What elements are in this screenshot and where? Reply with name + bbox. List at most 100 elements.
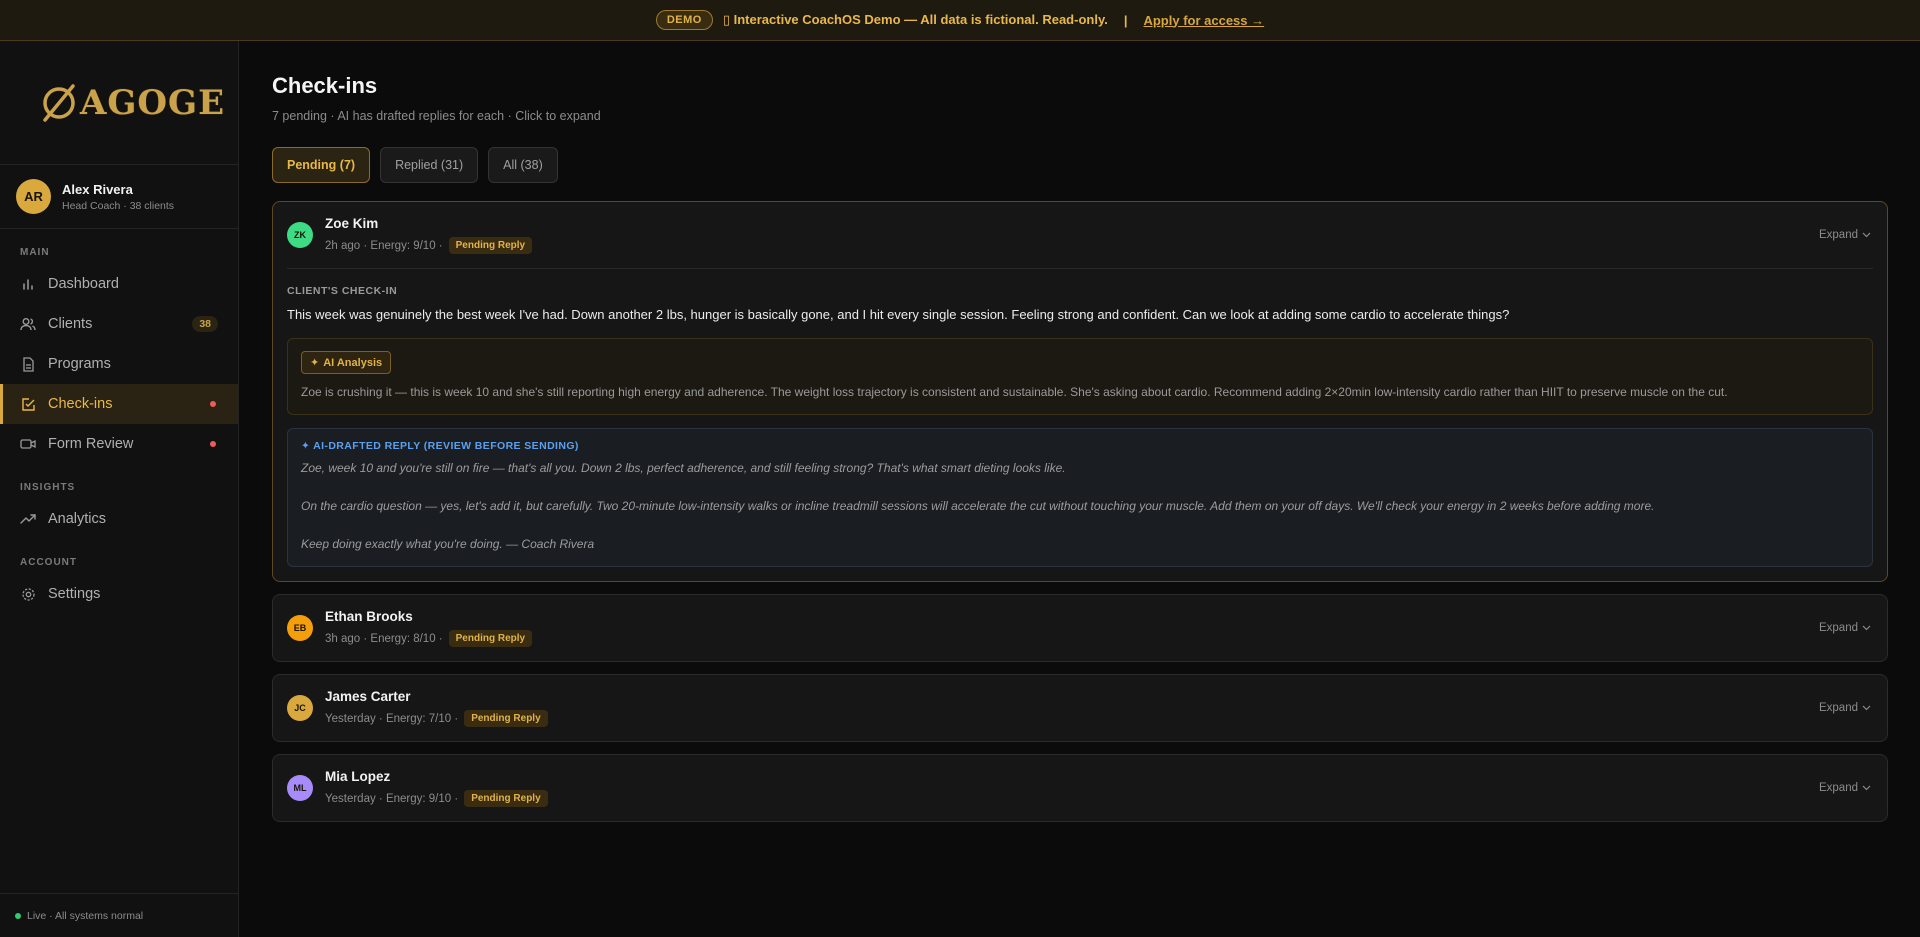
sidebar-item-label: Check-ins [48,396,113,412]
checkin-message: This week was genuinely the best week I'… [287,307,1510,322]
user-role: Head Coach · 38 clients [62,199,175,212]
sidebar: AGOGE AR Alex Rivera Head Coach · 38 cli… [0,41,239,937]
status-badge: Pending Reply [448,237,533,254]
tab-pending[interactable]: Pending (7) [272,147,371,183]
expand-button[interactable]: Expand [1819,782,1871,794]
draft-paragraph: On the cardio question — yes, let's add … [301,499,1655,513]
status-badge: Pending Reply [464,710,548,727]
avatar: EB [287,615,313,641]
avatar: ML [287,775,313,801]
checkin-card-header[interactable]: JC James Carter Yesterday · Energy: 7/10… [273,675,1887,741]
banner-separator: | [1123,12,1128,28]
section-label: CLIENT'S CHECK-IN [287,285,398,297]
checkin-meta: Yesterday · Energy: 7/10 · [325,712,459,725]
status-badge: Pending Reply [448,630,533,647]
banner-text: ▯ Interactive CoachOS Demo — All data is… [722,12,1108,27]
expand-button[interactable]: Expand [1819,229,1871,241]
expand-label: Expand [1818,229,1858,241]
draft-label: ✦ AI-DRAFTED REPLY (REVIEW BEFORE SENDIN… [301,440,579,452]
checkin-card[interactable]: ML Mia Lopez Yesterday · Energy: 9/10 · … [272,754,1888,822]
sidebar-item-dashboard[interactable]: Dashboard [0,264,238,304]
checkin-card: ZK Zoe Kim 2h ago · Energy: 9/10 · Pendi… [272,201,1888,582]
nav-section-main: MAIN [20,247,50,258]
ai-tag-label: AI Analysis [323,356,383,369]
chevron-down-icon [1862,625,1871,631]
draft-paragraph: Keep doing exactly what you're doing. — … [301,537,595,551]
page-subtitle: 7 pending · AI has drafted replies for e… [272,109,601,123]
sidebar-item-label: Programs [48,356,111,372]
checkin-card[interactable]: JC James Carter Yesterday · Energy: 7/10… [272,674,1888,742]
checkin-card-header[interactable]: EB Ethan Brooks 3h ago · Energy: 8/10 · … [273,595,1887,661]
client-name: Zoe Kim [325,216,379,231]
checkin-card[interactable]: EB Ethan Brooks 3h ago · Energy: 8/10 · … [272,594,1888,662]
demo-banner: DEMO ▯ Interactive CoachOS Demo — All da… [0,0,1920,41]
sidebar-item-clients[interactable]: Clients 38 [0,304,238,344]
bar-chart-icon [20,276,36,292]
sidebar-item-form-review[interactable]: Form Review [0,424,238,464]
sidebar-item-programs[interactable]: Programs [0,344,238,384]
document-icon [20,356,36,372]
status-badge: Pending Reply [464,790,548,807]
status-text: Live · All systems normal [27,909,144,922]
logo-emblem-icon [43,83,75,122]
status-dot [15,912,21,919]
sidebar-item-label: Dashboard [48,276,119,292]
divider [287,268,1873,269]
apply-for-access-link[interactable]: Apply for access → [1143,13,1264,28]
chevron-down-icon [1862,785,1871,791]
expand-button[interactable]: Expand [1819,622,1871,634]
sidebar-item-settings[interactable]: Settings [0,574,238,614]
gear-icon [20,586,36,602]
draft-paragraph: Zoe, week 10 and you're still on fire — … [301,461,1066,475]
nav-section-account: ACCOUNT [20,557,77,568]
expand-button[interactable]: Expand [1819,702,1871,714]
sparkle-icon: ✦ [310,357,320,369]
filter-tabs: Pending (7) Replied (31) All (38) [272,147,1888,183]
checkin-card-body: CLIENT'S CHECK-IN This week was genuinel… [273,268,1887,581]
page-title: Check-ins [272,73,378,98]
ai-analysis-box: ✦ AI Analysis Zoe is crushing it — this … [287,338,1873,415]
chevron-down-icon [1862,705,1871,711]
sidebar-item-label: Clients [48,316,93,332]
sidebar-item-label: Analytics [48,511,107,527]
avatar: AR [16,179,51,214]
checkbox-edit-icon [20,396,36,412]
main-content: Check-ins 7 pending · AI has drafted rep… [272,41,1888,822]
brand-logo[interactable]: AGOGE [40,83,225,123]
trending-up-icon [20,511,36,527]
ai-analysis-text: Zoe is crushing it — this is week 10 and… [301,385,1728,399]
expand-label: Expand [1818,702,1858,714]
client-name: James Carter [325,689,411,704]
users-icon [20,316,36,332]
video-icon [20,436,36,452]
system-status: Live · All systems normal [0,893,238,937]
notification-dot [210,441,216,447]
sidebar-item-checkins[interactable]: Check-ins [0,384,238,424]
avatar: JC [287,695,313,721]
expand-label: Expand [1818,622,1858,634]
logo-text: AGOGE [80,82,225,123]
sidebar-item-analytics[interactable]: Analytics [0,499,238,539]
user-profile[interactable]: AR Alex Rivera Head Coach · 38 clients [0,165,238,229]
checkin-card-header[interactable]: ML Mia Lopez Yesterday · Energy: 9/10 · … [273,755,1887,821]
logo-area: AGOGE [0,41,238,165]
client-name: Mia Lopez [325,769,391,784]
sidebar-item-label: Settings [48,586,101,602]
ai-analysis-tag: ✦ AI Analysis [301,351,392,374]
expand-label: Expand [1818,782,1858,794]
tab-replied[interactable]: Replied (31) [380,147,479,183]
client-name: Ethan Brooks [325,609,413,624]
nav-section-insights: INSIGHTS [20,482,76,493]
notification-dot [210,401,216,407]
avatar: ZK [287,222,313,248]
checkin-meta: 3h ago · Energy: 8/10 · [325,632,443,645]
chevron-down-icon [1862,232,1871,238]
tab-all[interactable]: All (38) [488,147,558,183]
checkin-meta: 2h ago · Energy: 9/10 · [325,239,443,252]
checkin-meta: Yesterday · Energy: 9/10 · [325,792,459,805]
clients-count-badge: 38 [192,316,218,332]
ai-draft-reply[interactable]: ✦ AI-DRAFTED REPLY (REVIEW BEFORE SENDIN… [287,428,1873,567]
checkin-card-header[interactable]: ZK Zoe Kim 2h ago · Energy: 9/10 · Pendi… [273,202,1887,268]
user-name: Alex Rivera [62,181,133,197]
demo-badge: DEMO [655,10,713,30]
